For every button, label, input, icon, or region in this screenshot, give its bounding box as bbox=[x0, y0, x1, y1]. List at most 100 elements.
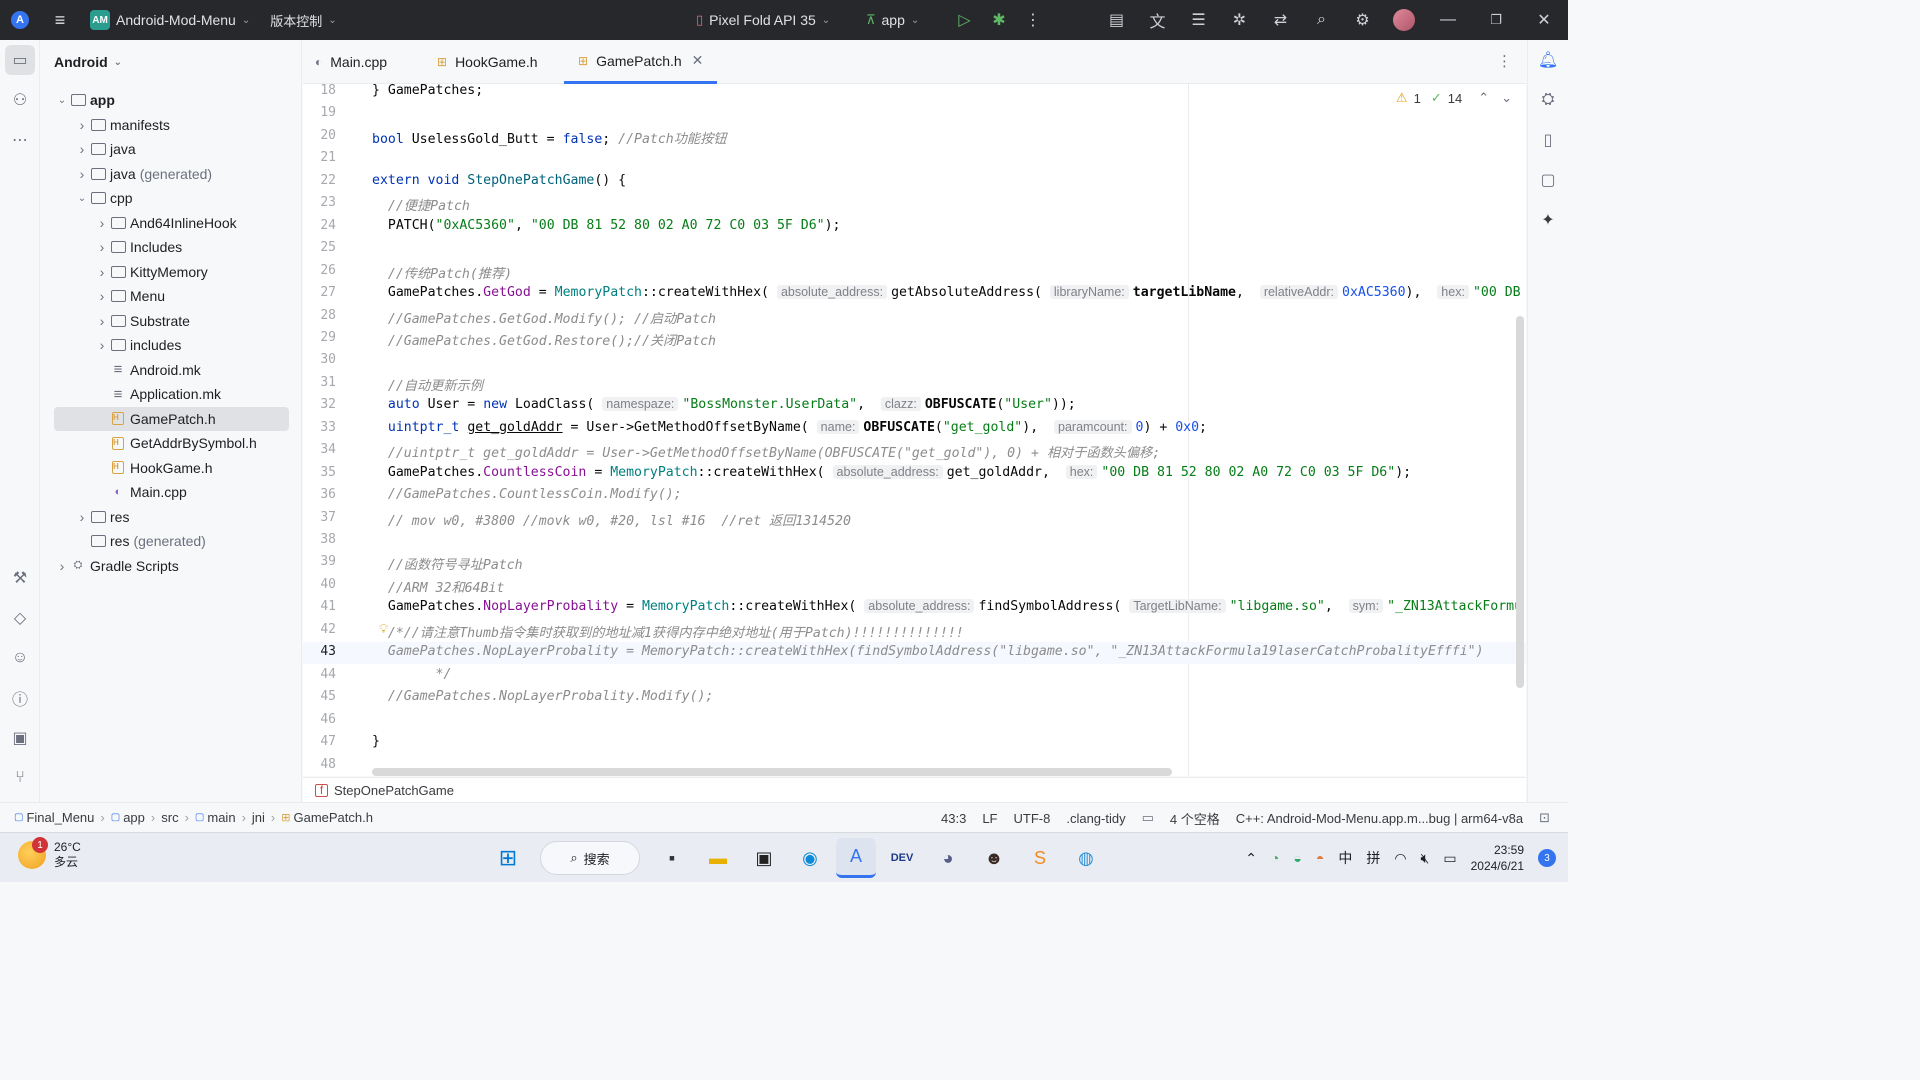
breadcrumb-function[interactable]: StepOnePatchGame bbox=[334, 783, 454, 798]
tab-options-icon[interactable]: ⋮ bbox=[1497, 52, 1512, 70]
tree-item[interactable]: H GamePatch.h bbox=[54, 406, 289, 431]
expand-chevron-down-icon[interactable]: ⌄ bbox=[54, 95, 70, 106]
line-number[interactable]: 25 bbox=[303, 240, 336, 255]
close-icon[interactable]: ✕ bbox=[1520, 0, 1568, 40]
inspection-widget[interactable]: ⚠ 1 ✓ 14 ⌃ ⌄ bbox=[1396, 90, 1512, 106]
weather-widget[interactable]: 1 26°C 多云 bbox=[18, 837, 81, 870]
tree-item[interactable]: › java bbox=[41, 137, 302, 161]
expand-chevron-right-icon[interactable]: › bbox=[94, 313, 110, 329]
line-number[interactable]: 38 bbox=[303, 532, 336, 547]
line-number[interactable]: 26 bbox=[303, 263, 336, 278]
code-line[interactable]: /*//请注意Thumb指令集时获取到的地址减1获得内存中绝对地址(用于Patc… bbox=[372, 622, 964, 641]
code-line[interactable]: GamePatches.NopLayerProbality = MemoryPa… bbox=[372, 599, 1522, 614]
tray-cat-icon[interactable]: ◓ bbox=[1316, 850, 1324, 866]
settings-gear-icon[interactable]: ⚙ bbox=[1342, 0, 1383, 40]
intention-bulb-icon[interactable]: 💡︎ bbox=[379, 621, 388, 637]
code-line[interactable]: GamePatches.GetGod = MemoryPatch::create… bbox=[372, 285, 1521, 300]
project-view-folder-icon[interactable]: ▭ bbox=[5, 45, 35, 75]
code-line[interactable]: //GamePatches.GetGod.Modify(); //启动Patch bbox=[372, 308, 716, 327]
expand-chevron-down-icon[interactable]: ⌄ bbox=[74, 193, 90, 204]
tree-item[interactable]: ⌄ app bbox=[41, 88, 302, 112]
code-line[interactable]: // mov w0, #3800 //movk w0, #20, lsl #16… bbox=[372, 510, 851, 529]
tab-gamepatch-h[interactable]: ⊞ GamePatch.h ✕ bbox=[564, 40, 718, 84]
horizontal-scrollbar[interactable] bbox=[372, 768, 1172, 776]
line-number[interactable]: 37 bbox=[303, 510, 336, 525]
edge-browser-icon[interactable]: ◉ bbox=[790, 838, 830, 878]
tree-item[interactable]: ⌄ cpp bbox=[41, 186, 302, 210]
clock[interactable]: 23:59 2024/6/21 bbox=[1471, 842, 1524, 874]
tray-chevron-up-icon[interactable]: ⌃ bbox=[1245, 850, 1257, 867]
run-config-selector[interactable]: ⊼ app ⌄ bbox=[866, 0, 919, 40]
tree-item[interactable]: H HookGame.h bbox=[41, 456, 302, 480]
line-number[interactable]: 31 bbox=[303, 375, 336, 390]
code-line[interactable]: //GamePatches.NopLayerProbality.Modify()… bbox=[372, 689, 714, 704]
task-view-icon[interactable]: ▪ bbox=[652, 838, 692, 878]
code-line[interactable]: extern void StepOnePatchGame() { bbox=[372, 173, 626, 188]
line-number[interactable]: 20 bbox=[303, 128, 336, 143]
tree-item[interactable]: › java (generated) bbox=[41, 162, 302, 186]
line-number[interactable]: 43 bbox=[303, 644, 336, 659]
sublime-text-icon[interactable]: S bbox=[1020, 838, 1060, 878]
tree-item[interactable]: › includes bbox=[41, 333, 302, 357]
line-number[interactable]: 44 bbox=[303, 667, 336, 682]
prev-highlight-icon[interactable]: ⌃ bbox=[1478, 90, 1489, 106]
device-manager-icon[interactable]: ▤ bbox=[1096, 0, 1137, 40]
volume-mute-icon[interactable]: 🔇︎ bbox=[1421, 850, 1430, 867]
ime-language[interactable]: 中 bbox=[1338, 848, 1352, 868]
caret-position[interactable]: 43:3 bbox=[941, 811, 966, 826]
line-number[interactable]: 34 bbox=[303, 442, 336, 457]
dev-tool-icon[interactable]: DEV bbox=[882, 838, 922, 878]
code-line[interactable]: //传统Patch(推荐) bbox=[372, 263, 512, 282]
more-actions-icon[interactable]: ⋮ bbox=[1013, 0, 1053, 40]
linter-config[interactable]: .clang-tidy bbox=[1066, 811, 1125, 826]
sync-icon[interactable]: ☰ bbox=[1178, 0, 1219, 40]
avatar[interactable] bbox=[1383, 0, 1424, 40]
gemini-sparkle-icon[interactable]: ✦ bbox=[1528, 200, 1568, 240]
line-number[interactable]: 42 bbox=[303, 622, 336, 637]
ime-mode[interactable]: 拼 bbox=[1366, 848, 1380, 868]
line-number[interactable]: 36 bbox=[303, 487, 336, 502]
logcat-icon[interactable]: ☺ bbox=[0, 638, 40, 678]
device-selector[interactable]: ▯ Pixel Fold API 35 ⌄ bbox=[696, 0, 830, 40]
tree-item[interactable]: › res bbox=[41, 505, 302, 529]
language-context[interactable]: C++: Android-Mod-Menu.app.m...bug | arm6… bbox=[1236, 811, 1523, 826]
resource-manager-icon[interactable]: ⚇ bbox=[0, 80, 40, 120]
code-editor[interactable]: 18} GamePatches; 19 20 bool UselessGold_But… bbox=[303, 84, 1526, 776]
notification-count[interactable]: 3 bbox=[1538, 849, 1556, 867]
expand-chevron-right-icon[interactable]: › bbox=[74, 509, 90, 525]
search-icon[interactable]: ⌕ bbox=[1301, 0, 1342, 40]
line-number[interactable]: 46 bbox=[303, 712, 336, 727]
code-line[interactable]: uintptr_t get_goldAddr = User->GetMethod… bbox=[372, 419, 1207, 435]
line-number[interactable]: 27 bbox=[303, 285, 336, 300]
device-explorer-icon[interactable]: ▯ bbox=[1528, 120, 1568, 160]
minimize-icon[interactable]: — bbox=[1424, 0, 1472, 40]
wifi-icon[interactable]: ◠ bbox=[1394, 850, 1406, 867]
code-line[interactable]: //函数符号寻址Patch bbox=[372, 554, 523, 573]
breadcrumb-segment[interactable]: jni bbox=[252, 810, 265, 825]
lock-icon[interactable]: ⊡ bbox=[1539, 810, 1550, 826]
tree-item[interactable]: ◐ Main.cpp bbox=[41, 480, 302, 504]
tree-item[interactable]: › Substrate bbox=[41, 309, 302, 333]
windows-start-icon[interactable]: ⊞ bbox=[488, 838, 528, 878]
tree-item[interactable]: ≡ Application.mk bbox=[41, 382, 302, 406]
code-line[interactable]: */ bbox=[372, 667, 452, 682]
wechat-icon[interactable]: ◒ bbox=[1293, 850, 1301, 866]
code-line[interactable]: //uintptr_t get_goldAddr = User->GetMeth… bbox=[372, 442, 1160, 461]
line-number[interactable]: 32 bbox=[303, 397, 336, 412]
battery-icon[interactable]: ▭ bbox=[1443, 850, 1456, 867]
tray-app-icon[interactable]: ◔ bbox=[1271, 850, 1279, 866]
bug-icon[interactable]: ✲ bbox=[1219, 0, 1260, 40]
running-devices-icon[interactable]: ▢ bbox=[1528, 160, 1568, 200]
main-menu-icon[interactable]: ≡ bbox=[40, 0, 80, 40]
code-line[interactable]: PATCH("0xAC5360", "00 DB 81 52 80 02 A0 … bbox=[372, 218, 841, 233]
code-line[interactable]: //便捷Patch bbox=[372, 195, 470, 214]
profiler-icon[interactable]: ⇄ bbox=[1260, 0, 1301, 40]
line-separator[interactable]: LF bbox=[982, 811, 997, 826]
readonly-toggle-icon[interactable]: ▭ bbox=[1142, 810, 1154, 826]
tree-item[interactable]: › KittyMemory bbox=[41, 260, 302, 284]
line-number[interactable]: 47 bbox=[303, 734, 336, 749]
tree-item[interactable]: › ⛭ Gradle Scripts bbox=[41, 554, 302, 578]
expand-chevron-right-icon[interactable]: › bbox=[74, 117, 90, 133]
code-line[interactable]: bool UselessGold_Butt = false; //Patch功能… bbox=[372, 128, 726, 147]
code-line[interactable]: //ARM 32和64Bit bbox=[372, 577, 504, 596]
